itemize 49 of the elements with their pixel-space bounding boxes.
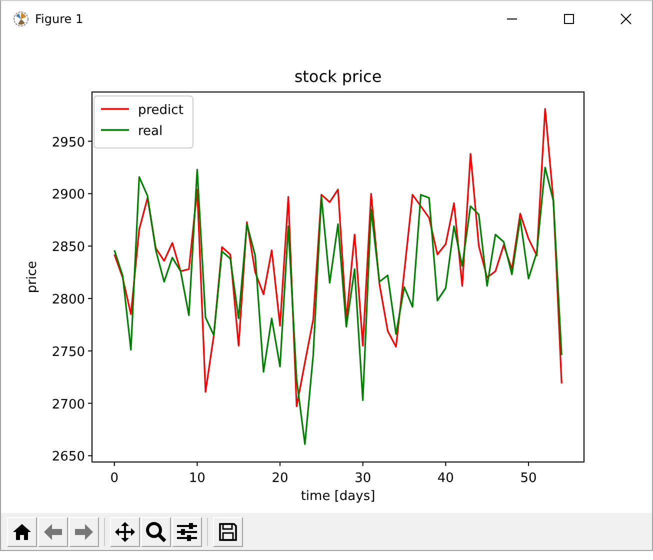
tick-mark bbox=[88, 455, 92, 456]
window-title: Figure 1 bbox=[35, 12, 84, 26]
pan-button[interactable] bbox=[110, 516, 140, 546]
save-button[interactable] bbox=[213, 516, 243, 546]
app-icon bbox=[13, 11, 29, 27]
tick-label: 2650 bbox=[52, 450, 85, 465]
configure-button[interactable] bbox=[172, 516, 202, 546]
tick-label: 2900 bbox=[52, 188, 85, 203]
home-button[interactable] bbox=[7, 516, 37, 546]
tick-label: 20 bbox=[272, 471, 288, 486]
save-icon bbox=[218, 522, 238, 542]
axis-label: time [days] bbox=[300, 489, 376, 504]
left-arrow-icon bbox=[43, 522, 63, 540]
tick-mark bbox=[114, 462, 115, 466]
search-icon bbox=[145, 520, 167, 542]
home-icon bbox=[12, 522, 32, 540]
legend-label: predict bbox=[138, 103, 184, 118]
move-icon bbox=[114, 520, 136, 542]
tick-label: 2700 bbox=[52, 397, 85, 412]
legend-label: real bbox=[138, 124, 163, 139]
tick-mark bbox=[280, 462, 281, 466]
tick-mark bbox=[196, 462, 198, 466]
tick-mark bbox=[528, 462, 529, 466]
sliders-icon bbox=[176, 522, 198, 542]
tick-mark bbox=[88, 298, 92, 299]
tick-mark bbox=[88, 140, 92, 142]
maximize-icon[interactable] bbox=[563, 13, 575, 25]
forward-button[interactable] bbox=[69, 516, 99, 546]
tick-label: 30 bbox=[354, 471, 372, 486]
tick-label: 50 bbox=[520, 471, 537, 486]
chart-title: stock price bbox=[294, 67, 382, 86]
tick-mark bbox=[88, 193, 92, 194]
back-button[interactable] bbox=[38, 516, 68, 546]
right-arrow-icon bbox=[74, 522, 94, 540]
tick-label: 2850 bbox=[52, 240, 85, 256]
tick-label: 10 bbox=[188, 471, 206, 486]
tick-mark bbox=[445, 462, 446, 466]
axis-label: price bbox=[25, 260, 40, 294]
zoom-button[interactable] bbox=[141, 516, 171, 546]
tick-label: 2750 bbox=[52, 344, 85, 360]
tick-mark bbox=[88, 402, 92, 404]
tick-mark bbox=[88, 350, 92, 352]
tick-mark bbox=[88, 246, 92, 247]
tick-label: 2950 bbox=[52, 135, 85, 150]
tick-label: 0 bbox=[110, 471, 118, 486]
tick-mark bbox=[362, 462, 364, 466]
tick-label: 2800 bbox=[52, 292, 85, 308]
close-icon[interactable] bbox=[620, 13, 632, 25]
tick-label: 40 bbox=[437, 471, 454, 486]
